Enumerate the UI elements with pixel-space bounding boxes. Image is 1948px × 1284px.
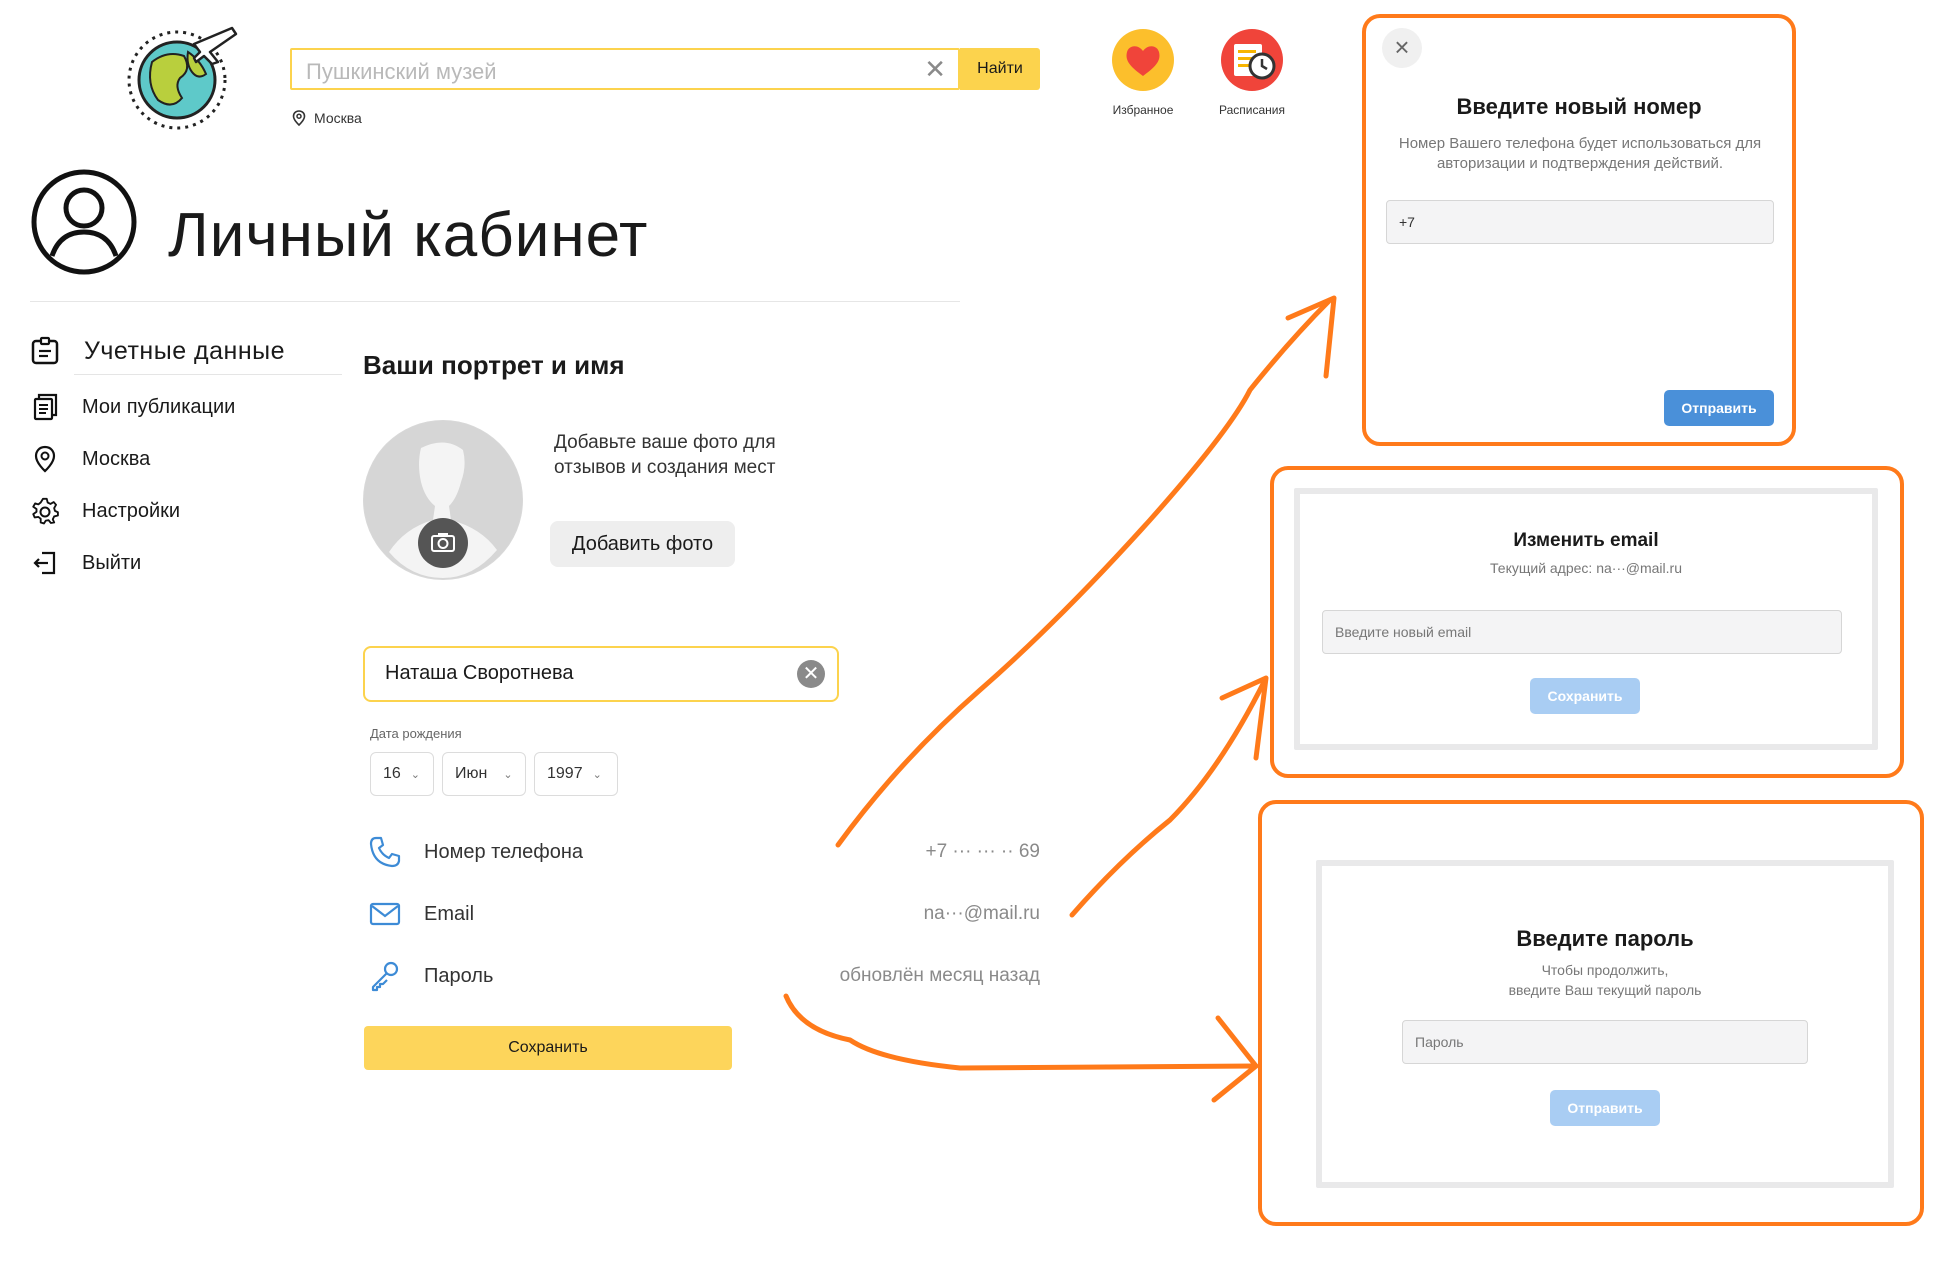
phone-modal-subtitle: Номер Вашего телефона будет использовать… <box>1398 135 1762 172</box>
new-phone-input[interactable]: +7 <box>1386 200 1774 244</box>
phone-modal-title: Введите новый номер <box>1456 94 1702 119</box>
password-modal-subtitle-1: Чтобы продолжить, <box>1541 962 1669 978</box>
arrow-password <box>783 993 1259 1071</box>
password-modal-subtitle-2: введите Ваш текущий пароль <box>1508 982 1702 998</box>
password-modal-title: Введите пароль <box>1516 926 1694 951</box>
phone-prefix: +7 <box>1399 214 1415 230</box>
arrow-email <box>1069 677 1268 918</box>
email-placeholder: Введите новый email <box>1335 624 1472 640</box>
phone-modal-frame: × Введите новый номер Номер Вашего телеф… <box>1362 14 1796 446</box>
password-modal: Введите пароль Чтобы продолжить, введите… <box>1322 866 1888 1182</box>
new-email-input[interactable]: Введите новый email <box>1322 610 1842 654</box>
email-modal-frame: Изменить email Текущий адрес: na···@mail… <box>1270 466 1904 778</box>
password-input[interactable]: Пароль <box>1402 1020 1808 1064</box>
save-email-button[interactable]: Сохранить <box>1530 678 1640 714</box>
email-modal-subtitle: Текущий адрес: na···@mail.ru <box>1490 560 1682 576</box>
send-button[interactable]: Отправить <box>1664 390 1774 426</box>
email-modal-title: Изменить email <box>1513 530 1659 551</box>
password-placeholder: Пароль <box>1415 1034 1464 1050</box>
close-icon[interactable]: × <box>1382 28 1422 68</box>
send-password-button[interactable]: Отправить <box>1550 1090 1660 1126</box>
arrow-phone <box>835 297 1333 848</box>
email-modal: Изменить email Текущий адрес: na···@mail… <box>1300 494 1872 744</box>
password-modal-frame: Введите пароль Чтобы продолжить, введите… <box>1258 800 1924 1226</box>
